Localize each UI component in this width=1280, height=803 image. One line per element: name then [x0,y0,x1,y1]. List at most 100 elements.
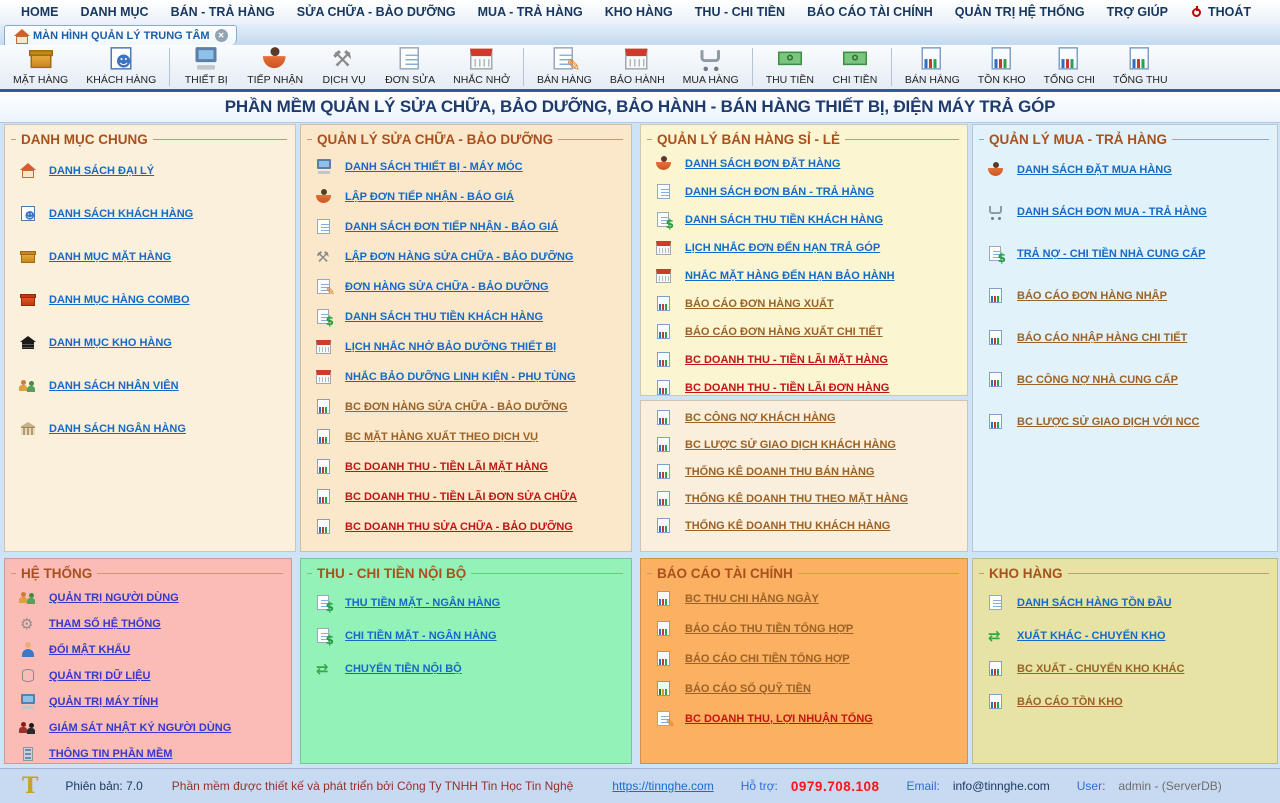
menu-item[interactable]: MUA - TRẢ HÀNG [467,0,594,24]
menu-item[interactable]: HOME [10,0,70,24]
panel-link[interactable]: DANH SÁCH ĐƠN TIẾP NHẬN - BÁO GIÁ [315,215,625,238]
panel-link[interactable]: BC XUẤT - CHUYỂN KHO KHÁC [987,657,1271,681]
panel-link[interactable]: NHẮC BẢO DƯỠNG LINH KIỆN - PHỤ TÙNG [315,365,625,388]
panel-link[interactable]: THU TIỀN MẶT - NGÂN HÀNG [315,591,625,615]
panel-link[interactable]: QUẢN TRỊ DỮ LIỆU [19,665,285,686]
panel-link[interactable]: DANH SÁCH KHÁCH HÀNG [19,200,289,228]
panel-link[interactable]: DANH SÁCH NGÂN HÀNG [19,415,289,443]
panel-link[interactable]: ĐỔI MẬT KHẨU [19,639,285,660]
panel-link[interactable]: BÁO CÁO SỔ QUỸ TIỀN [655,677,961,700]
panel-link[interactable]: LỊCH NHẮC NHỞ BẢO DƯỠNG THIẾT BỊ [315,335,625,358]
panel-link[interactable]: DANH SÁCH THIẾT BỊ - MÁY MÓC [315,155,625,178]
panel-link[interactable]: LẬP ĐƠN HÀNG SỬA CHỮA - BẢO DƯỠNG [315,245,625,268]
panel-link[interactable]: BC DOANH THU - TIỀN LÃI MẶT HÀNG [315,455,625,478]
panel-link[interactable]: BÁO CÁO ĐƠN HÀNG XUẤT [655,293,961,315]
panel-link[interactable]: BC DOANH THU - TIỀN LÃI ĐƠN HÀNG [655,377,961,399]
panel-link[interactable]: GIÁM SÁT NHẬT KÝ NGƯỜI DÙNG [19,717,285,738]
toolbar-button[interactable]: MẶT HÀNG [4,45,77,89]
menu-item[interactable]: THOÁT [1179,0,1262,24]
toolbar-button[interactable]: BÁN HÀNG [528,45,601,89]
panel-link[interactable]: BC CÔNG NỢ KHÁCH HÀNG [655,407,961,429]
close-icon[interactable] [215,29,228,42]
panel-link[interactable]: BC MẶT HÀNG XUẤT THEO DỊCH VỤ [315,425,625,448]
website-link[interactable]: https://tinnghe.com [612,779,713,793]
panel-link[interactable]: DANH SÁCH ĐẠI LÝ [19,157,289,185]
panel-link[interactable]: CHI TIỀN MẶT - NGÂN HÀNG [315,624,625,648]
panel-link[interactable]: THÔNG TIN PHẦN MỀM [19,743,285,764]
panel-link[interactable]: THỐNG KÊ DOANH THU THEO MẶT HÀNG [655,488,961,510]
panel-link[interactable]: BC DOANH THU, LỢI NHUẬN TỔNG [655,707,961,730]
panel-link[interactable]: DANH SÁCH ĐƠN BÁN - TRẢ HÀNG [655,181,961,203]
panel-link[interactable]: NHẮC MẶT HÀNG ĐẾN HẠN BẢO HÀNH [655,265,961,287]
panel-link[interactable]: DANH MỤC MẶT HÀNG [19,243,289,271]
toolbar-button[interactable]: THU TIỀN [757,45,823,89]
menu-item[interactable]: SỬA CHỮA - BẢO DƯỠNG [286,0,467,24]
panel-link[interactable]: BC DOANH THU - TIỀN LÃI MẶT HÀNG [655,349,961,371]
toolbar-button[interactable]: TỔNG CHI [1035,45,1104,89]
panel-link[interactable]: XUẤT KHÁC - CHUYỂN KHO [987,624,1271,648]
panel-link[interactable]: BC DOANH THU - TIỀN LÃI ĐƠN SỬA CHỮA [315,485,625,508]
panel-link[interactable]: DANH SÁCH NHÂN VIÊN [19,372,289,400]
toolbar-button[interactable]: ĐƠN SỬA [376,45,444,89]
panel-link[interactable]: BC CÔNG NỢ NHÀ CUNG CẤP [987,367,1271,393]
panel-link[interactable]: BC ĐƠN HÀNG SỬA CHỮA - BẢO DƯỠNG [315,395,625,418]
panel-link[interactable]: BÁO CÁO ĐƠN HÀNG XUẤT CHI TIẾT [655,321,961,343]
toolbar-button[interactable]: TIẾP NHẬN [238,45,312,89]
panel-link[interactable]: THỐNG KÊ DOANH THU BÁN HÀNG [655,461,961,483]
toolbar-button[interactable]: THIẾT BỊ [174,45,238,89]
menu-item[interactable]: THU - CHI TIỀN [684,0,796,24]
toolbar-button[interactable]: BẢO HÀNH [601,45,674,89]
panel-link[interactable]: QUẢN TRỊ MÁY TÍNH [19,691,285,712]
panel-link[interactable]: DANH SÁCH THU TIỀN KHÁCH HÀNG [655,209,961,231]
toolbar-button-label: CHI TIỀN [833,74,878,86]
panel-link[interactable]: TRẢ NỢ - CHI TIỀN NHÀ CUNG CẤP [987,241,1271,267]
panel-link[interactable]: QUẢN TRỊ NGƯỜI DÙNG [19,587,285,608]
panel-link[interactable]: BC THU CHI HẰNG NGÀY [655,587,961,610]
panel-link[interactable]: BC LƯỢC SỬ GIAO DỊCH VỚI NCC [987,409,1271,435]
chart-icon [987,371,1005,389]
db-icon [19,667,37,685]
computer-icon [193,46,220,73]
panel-link[interactable]: BÁO CÁO CHI TIỀN TỔNG HỢP [655,647,961,670]
toolbar-button[interactable]: BÁN HÀNG [896,45,969,89]
panel-link[interactable]: THAM SỐ HỆ THỐNG [19,613,285,634]
panel-link[interactable]: DANH SÁCH HÀNG TỒN ĐẦU [987,591,1271,615]
panel-link[interactable]: BÁO CÁO THU TIỀN TỔNG HỢP [655,617,961,640]
panel-link[interactable]: BÁO CÁO NHẬP HÀNG CHI TIẾT [987,325,1271,351]
toolbar-button[interactable]: KHÁCH HÀNG [77,45,165,89]
menu-item[interactable]: BÁN - TRẢ HÀNG [160,0,286,24]
toolbar-button-label: BẢO HÀNH [610,74,665,86]
panel-link[interactable]: LỊCH NHẮC ĐƠN ĐẾN HẠN TRẢ GÓP [655,237,961,259]
doc-pencil-icon [315,278,333,296]
box-icon [27,46,54,73]
panel-link[interactable]: DANH SÁCH THU TIỀN KHÁCH HÀNG [315,305,625,328]
panel-link[interactable]: BÁO CÁO TỒN KHO [987,690,1271,714]
toolbar-button[interactable]: TỔNG THU [1104,45,1177,89]
toolbar-button[interactable]: NHẮC NHỞ [444,45,519,89]
panel-link[interactable]: DANH SÁCH ĐƠN ĐẶT HÀNG [655,153,961,175]
panel-link[interactable]: BC DOANH THU SỬA CHỮA - BẢO DƯỠNG [315,515,625,538]
menu-item[interactable]: BÁO CÁO TÀI CHÍNH [796,0,944,24]
panel-link[interactable]: THỐNG KÊ DOANH THU KHÁCH HÀNG [655,515,961,537]
toolbar-button[interactable]: MUA HÀNG [674,45,748,89]
panel-link[interactable]: BÁO CÁO ĐƠN HÀNG NHẬP [987,283,1271,309]
menu-item[interactable]: TRỢ GIÚP [1096,0,1179,24]
menu-item[interactable]: QUẢN TRỊ HỆ THỐNG [944,0,1096,24]
panel-link[interactable]: LẬP ĐƠN TIẾP NHẬN - BÁO GIÁ [315,185,625,208]
toolbar-button[interactable]: CHI TIỀN [823,45,887,89]
computer-icon [19,693,37,711]
menu-item[interactable]: DANH MỤC [70,0,160,24]
toolbar-button[interactable]: TỒN KHO [969,45,1035,89]
tab-man-hinh-quan-ly-trung-tam[interactable]: MÀN HÌNH QUẢN LÝ TRUNG TÂM [4,25,237,45]
panel-link[interactable]: DANH SÁCH ĐƠN MUA - TRẢ HÀNG [987,199,1271,225]
panel-link[interactable]: CHUYỂN TIỀN NỘI BỘ [315,657,625,681]
toolbar-button[interactable]: DỊCH VỤ [312,45,376,89]
panel-link[interactable]: BC LƯỢC SỬ GIAO DỊCH KHÁCH HÀNG [655,434,961,456]
menu-item[interactable]: KHO HÀNG [594,0,684,24]
panel-link[interactable]: DANH MỤC KHO HÀNG [19,329,289,357]
panel-link[interactable]: ĐƠN HÀNG SỬA CHỮA - BẢO DƯỠNG [315,275,625,298]
toolbar-button-label: TIẾP NHẬN [247,74,303,86]
panel-link[interactable]: DANH MỤC HÀNG COMBO [19,286,289,314]
panel-link[interactable]: DANH SÁCH ĐẶT MUA HÀNG [987,157,1271,183]
chart-icon [1056,46,1083,73]
